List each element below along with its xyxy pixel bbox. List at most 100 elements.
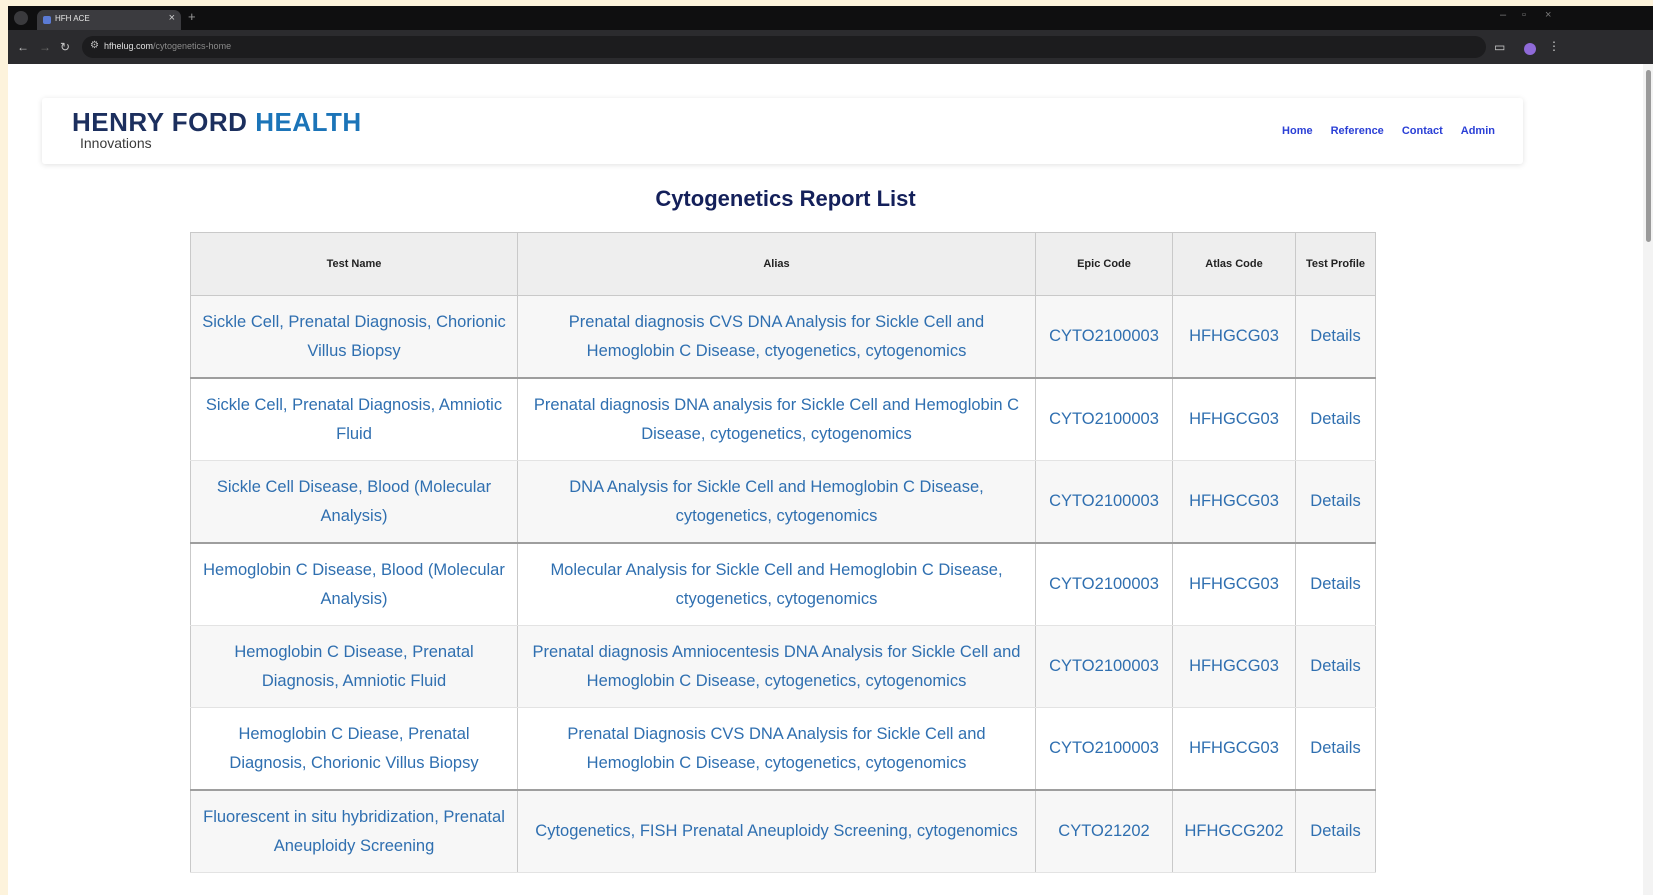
main-nav: Home Reference Contact Admin <box>1282 125 1495 137</box>
favicon-icon <box>43 16 51 24</box>
forward-icon[interactable]: → <box>39 40 51 54</box>
atlas-code-link[interactable]: HFHGCG03 <box>1189 657 1279 675</box>
alias-link[interactable]: Prenatal diagnosis DNA analysis for Sick… <box>534 396 1019 443</box>
test-name-link[interactable]: Sickle Cell Disease, Blood (Molecular An… <box>217 478 491 525</box>
col-header-epic-code[interactable]: Epic Code <box>1035 232 1173 296</box>
alias-link[interactable]: Prenatal diagnosis CVS DNA Analysis for … <box>569 313 984 360</box>
atlas-code-link[interactable]: HFHGCG03 <box>1189 410 1279 428</box>
site-header: HENRY FORD HEALTH Innovations Home Refer… <box>42 98 1523 164</box>
epic-code-link[interactable]: CYTO2100003 <box>1049 410 1159 428</box>
alias-link[interactable]: Molecular Analysis for Sickle Cell and H… <box>550 561 1002 608</box>
cell-atlas-code: HFHGCG202 <box>1172 789 1296 873</box>
col-header-test-profile[interactable]: Test Profile <box>1295 232 1376 296</box>
profile-avatar[interactable] <box>1524 43 1536 55</box>
cell-epic-code: CYTO2100003 <box>1035 295 1173 379</box>
cell-epic-code: CYTO2100003 <box>1035 460 1173 544</box>
menu-icon[interactable]: ⋮ <box>1548 39 1560 53</box>
test-name-link[interactable]: Sickle Cell, Prenatal Diagnosis, Amnioti… <box>206 396 502 443</box>
cell-test-name: Fluorescent in situ hybridization, Prena… <box>190 789 518 873</box>
cell-atlas-code: HFHGCG03 <box>1172 460 1296 544</box>
table-row: Sickle Cell, Prenatal Diagnosis, Chorion… <box>190 295 1376 379</box>
atlas-code-link[interactable]: HFHGCG03 <box>1189 739 1279 757</box>
test-name-link[interactable]: Hemoglobin C Disease, Blood (Molecular A… <box>203 561 505 608</box>
cell-epic-code: CYTO2100003 <box>1035 625 1173 708</box>
table-header-row: Test Name Alias Epic Code Atlas Code Tes… <box>190 232 1376 296</box>
cell-alias: Prenatal Diagnosis CVS DNA Analysis for … <box>517 707 1036 791</box>
cell-atlas-code: HFHGCG03 <box>1172 295 1296 379</box>
nav-contact[interactable]: Contact <box>1402 125 1443 137</box>
cell-atlas-code: HFHGCG03 <box>1172 542 1296 626</box>
extensions-icon[interactable]: ▭ <box>1494 40 1505 54</box>
new-tab-icon[interactable]: + <box>188 9 196 24</box>
details-link[interactable]: Details <box>1310 327 1360 345</box>
atlas-code-link[interactable]: HFHGCG03 <box>1189 492 1279 510</box>
minimize-icon[interactable]: – <box>1500 9 1506 21</box>
browser-tab[interactable]: HFH ACE × <box>37 10 181 30</box>
col-header-alias[interactable]: Alias <box>517 232 1036 296</box>
test-name-link[interactable]: Hemoglobin C Diease, Prenatal Diagnosis,… <box>229 725 478 772</box>
nav-reference[interactable]: Reference <box>1331 125 1384 137</box>
logo-subtitle: Innovations <box>80 135 152 151</box>
reload-icon[interactable]: ↻ <box>60 40 70 54</box>
table-row: Hemoglobin C Disease, Prenatal Diagnosis… <box>190 625 1376 708</box>
cell-test-name: Hemoglobin C Disease, Blood (Molecular A… <box>190 542 518 626</box>
cell-alias: Prenatal diagnosis Amniocentesis DNA Ana… <box>517 625 1036 708</box>
browser-window: HFH ACE × + – ▫ × ← → ↻ ⚙ hfhelug.com/cy… <box>8 6 1653 895</box>
epic-code-link[interactable]: CYTO2100003 <box>1049 739 1159 757</box>
atlas-code-link[interactable]: HFHGCG202 <box>1184 822 1283 840</box>
details-link[interactable]: Details <box>1310 410 1360 428</box>
maximize-icon[interactable]: ▫ <box>1522 9 1526 21</box>
test-name-link[interactable]: Hemoglobin C Disease, Prenatal Diagnosis… <box>234 643 473 690</box>
window-close-icon[interactable]: × <box>1545 9 1551 21</box>
alias-link[interactable]: DNA Analysis for Sickle Cell and Hemoglo… <box>569 478 984 525</box>
cell-alias: Prenatal diagnosis CVS DNA Analysis for … <box>517 295 1036 379</box>
scrollbar-thumb[interactable] <box>1646 70 1651 242</box>
atlas-code-link[interactable]: HFHGCG03 <box>1189 327 1279 345</box>
test-name-link[interactable]: Fluorescent in situ hybridization, Prena… <box>203 808 505 855</box>
details-link[interactable]: Details <box>1310 492 1360 510</box>
atlas-code-link[interactable]: HFHGCG03 <box>1189 575 1279 593</box>
cell-test-name: Sickle Cell Disease, Blood (Molecular An… <box>190 460 518 544</box>
alias-link[interactable]: Prenatal diagnosis Amniocentesis DNA Ana… <box>533 643 1021 690</box>
details-link[interactable]: Details <box>1310 575 1360 593</box>
url-text: hfhelug.com/cytogenetics-home <box>104 41 232 51</box>
epic-code-link[interactable]: CYTO2100003 <box>1049 575 1159 593</box>
tab-search-icon[interactable] <box>14 11 28 25</box>
epic-code-link[interactable]: CYTO2100003 <box>1049 657 1159 675</box>
cell-epic-code: CYTO21202 <box>1035 789 1173 873</box>
site-info-icon[interactable]: ⚙ <box>90 40 99 51</box>
nav-home[interactable]: Home <box>1282 125 1313 137</box>
epic-code-link[interactable]: CYTO2100003 <box>1049 327 1159 345</box>
alias-link[interactable]: Prenatal Diagnosis CVS DNA Analysis for … <box>567 725 985 772</box>
cell-alias: DNA Analysis for Sickle Cell and Hemoglo… <box>517 460 1036 544</box>
cell-test-name: Hemoglobin C Diease, Prenatal Diagnosis,… <box>190 707 518 791</box>
details-link[interactable]: Details <box>1310 822 1360 840</box>
table-row: Sickle Cell, Prenatal Diagnosis, Amnioti… <box>190 377 1376 461</box>
scrollbar[interactable] <box>1643 64 1653 895</box>
epic-code-link[interactable]: CYTO21202 <box>1058 822 1149 840</box>
tab-title: HFH ACE <box>55 14 90 23</box>
details-link[interactable]: Details <box>1310 657 1360 675</box>
url-field[interactable]: ⚙ hfhelug.com/cytogenetics-home <box>82 36 1486 58</box>
alias-link[interactable]: Cytogenetics, FISH Prenatal Aneuploidy S… <box>535 822 1017 840</box>
details-link[interactable]: Details <box>1310 739 1360 757</box>
table-row: Hemoglobin C Disease, Blood (Molecular A… <box>190 542 1376 626</box>
cell-alias: Cytogenetics, FISH Prenatal Aneuploidy S… <box>517 789 1036 873</box>
table-row: Sickle Cell Disease, Blood (Molecular An… <box>190 460 1376 544</box>
col-header-atlas-code[interactable]: Atlas Code <box>1172 232 1296 296</box>
epic-code-link[interactable]: CYTO2100003 <box>1049 492 1159 510</box>
cell-atlas-code: HFHGCG03 <box>1172 377 1296 461</box>
cell-test-name: Sickle Cell, Prenatal Diagnosis, Chorion… <box>190 295 518 379</box>
nav-admin[interactable]: Admin <box>1461 125 1495 137</box>
test-name-link[interactable]: Sickle Cell, Prenatal Diagnosis, Chorion… <box>202 313 506 360</box>
col-header-test-name[interactable]: Test Name <box>190 232 518 296</box>
page-viewport: HENRY FORD HEALTH Innovations Home Refer… <box>8 64 1653 895</box>
cell-profile: Details <box>1295 707 1376 791</box>
back-icon[interactable]: ← <box>17 40 29 54</box>
report-table: Test Name Alias Epic Code Atlas Code Tes… <box>190 232 1376 873</box>
tab-close-icon[interactable]: × <box>169 12 175 24</box>
cell-profile: Details <box>1295 542 1376 626</box>
tab-bar: HFH ACE × + – ▫ × <box>8 6 1653 30</box>
logo[interactable]: HENRY FORD HEALTH <box>72 107 362 138</box>
cell-epic-code: CYTO2100003 <box>1035 542 1173 626</box>
